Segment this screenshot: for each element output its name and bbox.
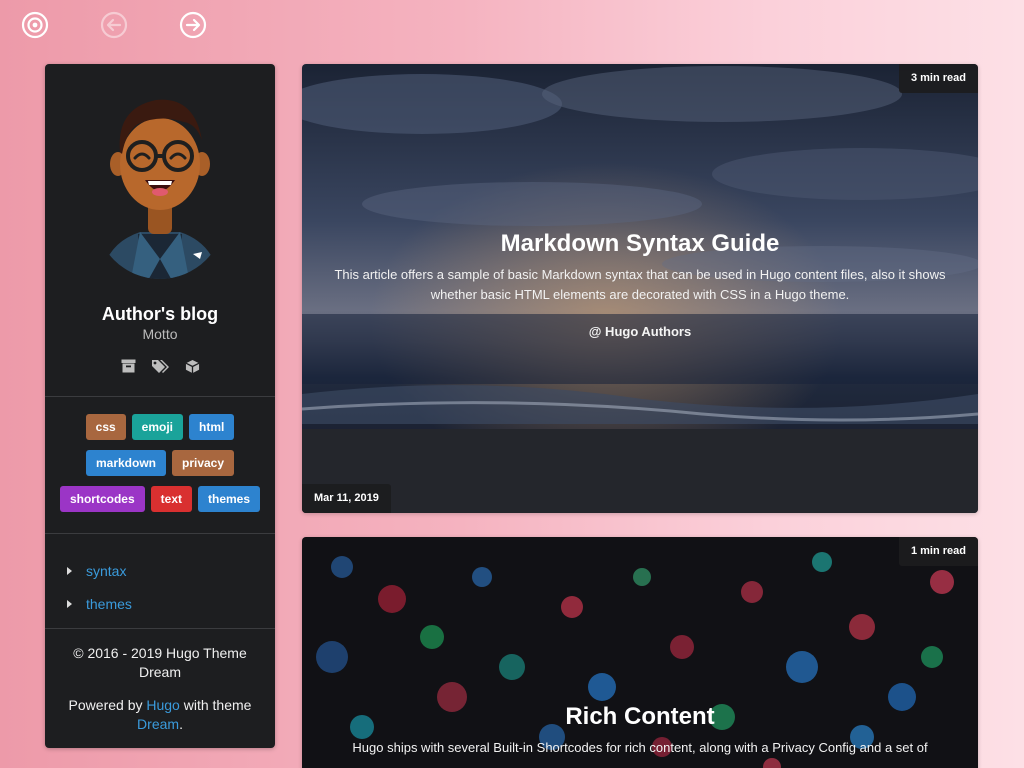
powered-by-text: Powered by Hugo with theme Dream. bbox=[60, 696, 260, 734]
caret-right-icon bbox=[67, 566, 72, 575]
post-cover-image bbox=[302, 537, 978, 768]
sidebar: Author's blog Motto css emoji html markd… bbox=[45, 64, 275, 748]
category-item-syntax[interactable]: syntax bbox=[65, 554, 255, 587]
sidebar-icon-links bbox=[45, 357, 275, 375]
powered-suffix: . bbox=[179, 716, 183, 732]
post-title[interactable]: Markdown Syntax Guide bbox=[302, 230, 978, 258]
tag-emoji[interactable]: emoji bbox=[131, 414, 184, 440]
forward-arrow-icon[interactable] bbox=[179, 11, 207, 39]
post-card-rich-content[interactable]: 1 min read Rich Content Hugo ships with … bbox=[302, 537, 978, 768]
blog-motto: Motto bbox=[142, 326, 178, 342]
tag-text[interactable]: text bbox=[150, 486, 192, 512]
cube-icon[interactable] bbox=[183, 357, 201, 375]
post-card-markdown-syntax[interactable]: 3 min read Markdown Syntax Guide This ar… bbox=[302, 64, 978, 513]
category-label: syntax bbox=[86, 562, 127, 579]
post-summary: Hugo ships with several Built-in Shortco… bbox=[352, 740, 928, 755]
sidebar-divider bbox=[45, 628, 275, 629]
tag-privacy[interactable]: privacy bbox=[171, 450, 235, 476]
post-author: @ Hugo Authors bbox=[588, 324, 692, 339]
tag-shortcodes[interactable]: shortcodes bbox=[59, 486, 145, 512]
tag-cloud: css emoji html markdown privacy shortcod… bbox=[59, 414, 261, 512]
dream-link[interactable]: Dream bbox=[137, 716, 179, 732]
archive-icon[interactable] bbox=[119, 357, 137, 375]
powered-middle: with theme bbox=[183, 697, 252, 713]
post-date-badge: Mar 11, 2019 bbox=[302, 484, 391, 513]
tag-themes[interactable]: themes bbox=[198, 486, 261, 512]
post-title[interactable]: Rich Content bbox=[302, 703, 978, 731]
category-label: themes bbox=[86, 595, 132, 612]
tag-css[interactable]: css bbox=[85, 414, 126, 440]
copyright-text: © 2016 - 2019 Hugo Theme Dream bbox=[73, 645, 247, 680]
category-list: syntax themes bbox=[65, 554, 255, 620]
back-arrow-icon[interactable] bbox=[100, 11, 128, 39]
tags-icon[interactable] bbox=[151, 357, 169, 375]
powered-prefix: Powered by bbox=[68, 697, 143, 713]
avatar bbox=[45, 84, 275, 284]
tag-markdown[interactable]: markdown bbox=[85, 450, 166, 476]
category-item-themes[interactable]: themes bbox=[65, 587, 255, 620]
tag-html[interactable]: html bbox=[189, 414, 235, 440]
read-time-badge: 3 min read bbox=[898, 64, 978, 93]
sidebar-divider bbox=[45, 396, 275, 397]
read-time-badge: 1 min read bbox=[898, 537, 978, 566]
blog-title: Author's blog bbox=[101, 304, 219, 324]
home-icon[interactable] bbox=[21, 11, 49, 39]
sidebar-divider bbox=[45, 533, 275, 534]
caret-right-icon bbox=[67, 599, 72, 608]
hugo-link[interactable]: Hugo bbox=[146, 697, 179, 713]
post-summary: This article offers a sample of basic Ma… bbox=[334, 267, 946, 302]
